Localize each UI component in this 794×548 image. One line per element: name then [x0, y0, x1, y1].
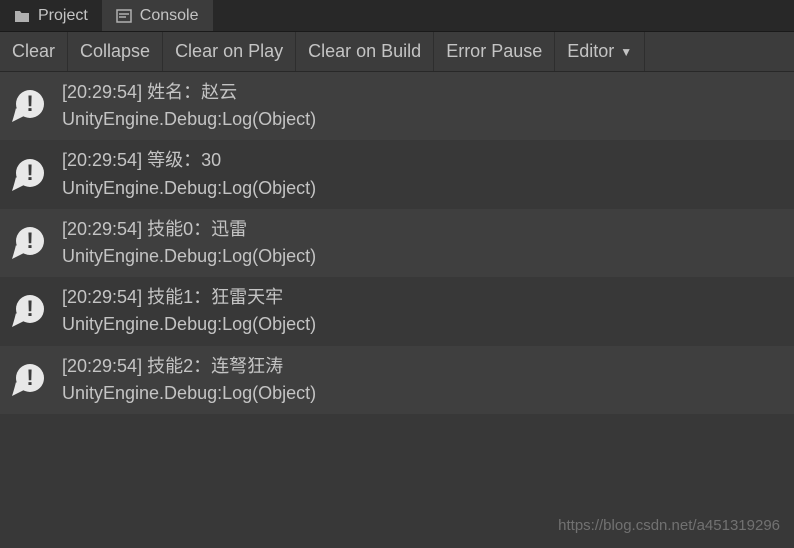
watermark: https://blog.csdn.net/a451319296: [558, 517, 780, 534]
info-icon: !: [10, 86, 50, 126]
clear-on-play-button[interactable]: Clear on Play: [163, 32, 296, 71]
log-text: [20:29:54] 姓名：赵云 UnityEngine.Debug:Log(O…: [62, 80, 316, 132]
collapse-button[interactable]: Collapse: [68, 32, 163, 71]
console-icon: [116, 9, 132, 23]
console-list: ! [20:29:54] 姓名：赵云 UnityEngine.Debug:Log…: [0, 72, 794, 414]
log-entry[interactable]: ! [20:29:54] 技能0：迅雷 UnityEngine.Debug:Lo…: [0, 209, 794, 277]
log-entry[interactable]: ! [20:29:54] 技能2：连弩狂涛 UnityEngine.Debug:…: [0, 346, 794, 414]
info-icon: !: [10, 291, 50, 331]
tab-label: Project: [38, 7, 88, 25]
editor-dropdown[interactable]: Editor ▼: [555, 32, 645, 71]
log-entry[interactable]: ! [20:29:54] 技能1：狂雷天牢 UnityEngine.Debug:…: [0, 277, 794, 345]
tab-project[interactable]: Project: [0, 0, 102, 31]
svg-text:!: !: [26, 365, 33, 390]
svg-text:!: !: [26, 296, 33, 321]
svg-text:!: !: [26, 160, 33, 185]
console-toolbar: Clear Collapse Clear on Play Clear on Bu…: [0, 32, 794, 72]
clear-on-build-button[interactable]: Clear on Build: [296, 32, 434, 71]
tab-label: Console: [140, 7, 199, 25]
log-entry[interactable]: ! [20:29:54] 等级：30 UnityEngine.Debug:Log…: [0, 140, 794, 208]
info-icon: !: [10, 360, 50, 400]
tab-console[interactable]: Console: [102, 0, 213, 31]
svg-text:!: !: [26, 91, 33, 116]
folder-icon: [14, 9, 30, 23]
error-pause-button[interactable]: Error Pause: [434, 32, 555, 71]
tab-bar: Project Console: [0, 0, 794, 32]
log-text: [20:29:54] 技能2：连弩狂涛 UnityEngine.Debug:Lo…: [62, 354, 316, 406]
log-text: [20:29:54] 等级：30 UnityEngine.Debug:Log(O…: [62, 148, 316, 200]
clear-button[interactable]: Clear: [0, 32, 68, 71]
log-text: [20:29:54] 技能0：迅雷 UnityEngine.Debug:Log(…: [62, 217, 316, 269]
info-icon: !: [10, 223, 50, 263]
log-entry[interactable]: ! [20:29:54] 姓名：赵云 UnityEngine.Debug:Log…: [0, 72, 794, 140]
log-text: [20:29:54] 技能1：狂雷天牢 UnityEngine.Debug:Lo…: [62, 285, 316, 337]
chevron-down-icon: ▼: [620, 45, 632, 59]
info-icon: !: [10, 155, 50, 195]
svg-text:!: !: [26, 228, 33, 253]
